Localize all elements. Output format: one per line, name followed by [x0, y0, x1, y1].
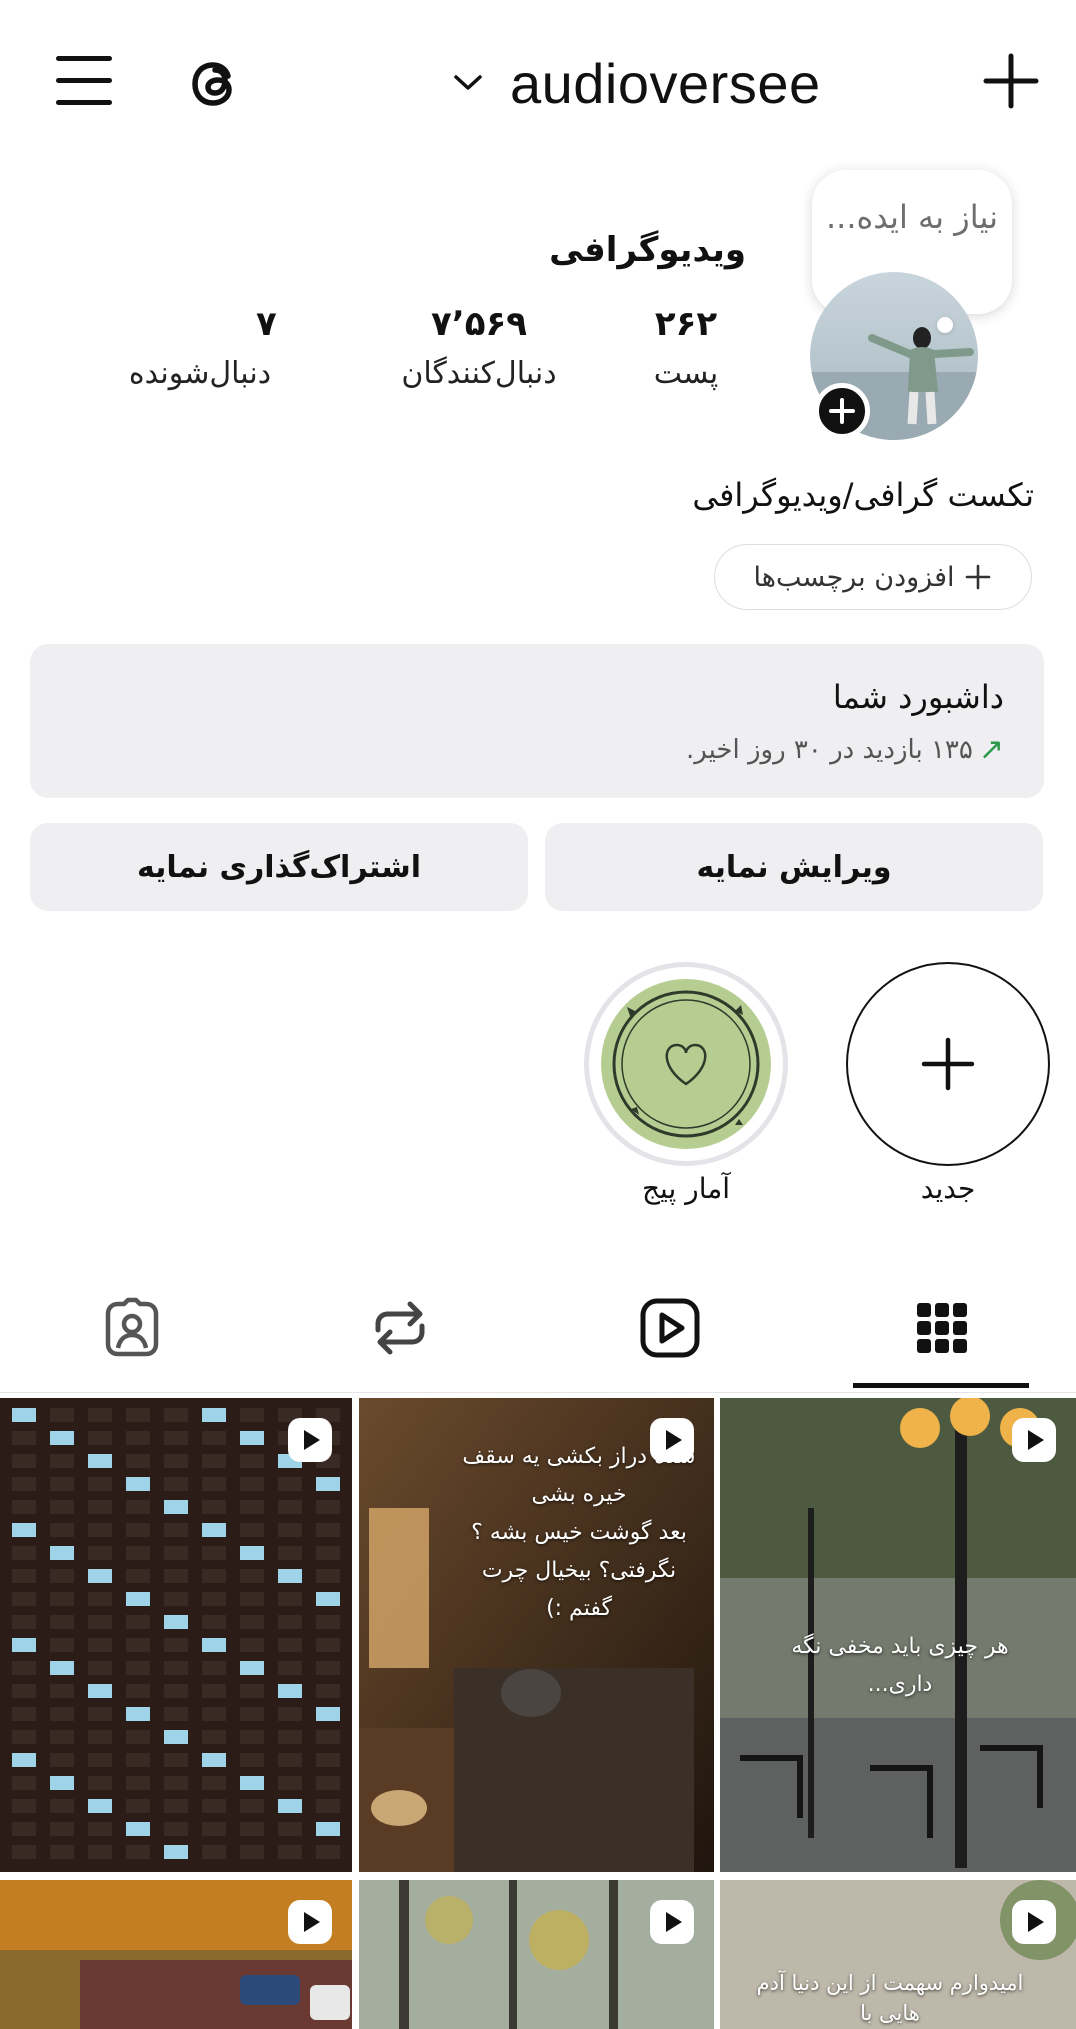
reels-icon: [640, 1298, 700, 1358]
plus-icon[interactable]: [983, 53, 1039, 109]
edit-profile-button[interactable]: ویرایش نمایه: [545, 823, 1043, 911]
dashboard-subtitle: ↗ ۱۳۵ بازدید در ۳۰ روز اخیر.: [686, 732, 1004, 767]
account-switcher[interactable]: audioversee: [452, 48, 821, 118]
plus-small-icon: [966, 564, 991, 590]
posts-stat[interactable]: ۲۶۲ پست: [626, 304, 746, 391]
highlight-stats[interactable]: [584, 962, 788, 1166]
grid-tile[interactable]: [0, 1880, 352, 2029]
display-name: ویدیوگرافی: [549, 230, 746, 270]
top-bar: audioversee: [0, 0, 1076, 165]
chevron-down-icon: [454, 75, 482, 90]
following-count: ۷: [256, 304, 277, 344]
menu-icon[interactable]: [56, 56, 112, 106]
reel-icon: [650, 1418, 694, 1462]
professional-dashboard[interactable]: داشبورد شما ↗ ۱۳۵ بازدید در ۳۰ روز اخیر.: [30, 644, 1044, 798]
heart-icon: [665, 1043, 707, 1086]
note-bubble-tail: [937, 317, 953, 333]
highlight-cover: [601, 979, 771, 1149]
trend-up-icon: ↗: [978, 732, 1004, 767]
dashboard-views: ۱۳۵ بازدید در ۳۰ روز اخیر.: [685, 734, 973, 765]
divider: [0, 1392, 1076, 1393]
reel-icon: [1012, 1900, 1056, 1944]
reel-icon: [288, 1900, 332, 1944]
grid-tile[interactable]: شده دراز بکشی یه سقف خیره بشی بعد گوشت خ…: [359, 1398, 714, 1872]
tab-reels[interactable]: [638, 1296, 702, 1360]
tile-caption: هر چیزی باید مخفی نگه داری...: [791, 1634, 1009, 1697]
tab-tagged[interactable]: [100, 1296, 164, 1360]
reel-icon: [650, 1900, 694, 1944]
grid-tile[interactable]: [359, 1880, 714, 2029]
followers-stat[interactable]: ۷٬۵۶۹ دنبال‌کنندگان: [386, 304, 572, 391]
followers-label: دنبال‌کنندگان: [401, 356, 557, 391]
threads-icon[interactable]: [186, 54, 246, 114]
highlight-new-label: جدید: [920, 1172, 976, 1205]
grid-tile[interactable]: هر چیزی باید مخفی نگه داری...: [720, 1398, 1076, 1872]
followers-count: ۷٬۵۶۹: [431, 304, 527, 344]
posts-label: پست: [653, 356, 719, 391]
add-tags-label: افزودن برچسب‌ها: [753, 561, 955, 593]
posts-count: ۲۶۲: [654, 304, 718, 344]
following-stat[interactable]: ۷ دنبال‌شونده: [110, 304, 290, 391]
tab-posts-grid[interactable]: [910, 1296, 974, 1360]
grid-tile[interactable]: امیدوارم سهمت از این دنیا آدم هایی با نی…: [720, 1880, 1076, 2029]
note-text: نیاز به ایده...: [825, 198, 999, 236]
reel-icon: [1012, 1418, 1056, 1462]
dashboard-title: داشبورد شما: [832, 678, 1004, 716]
tagged-icon: [105, 1297, 159, 1357]
share-profile-button[interactable]: اشتراک‌گذاری نمایه: [30, 823, 528, 911]
active-tab-indicator: [853, 1383, 1029, 1388]
tile-thumbnail: [0, 1398, 352, 1872]
reposts-icon: [375, 1301, 425, 1355]
following-label: دنبال‌شونده: [128, 356, 272, 391]
grid-icon: [917, 1303, 967, 1353]
grid-tile[interactable]: [0, 1398, 352, 1872]
username: audioversee: [510, 51, 821, 115]
bio: تکست گرافی/ویدیوگرافی: [692, 476, 1034, 514]
new-highlight-button[interactable]: [846, 962, 1050, 1166]
add-story-icon[interactable]: [814, 383, 870, 439]
tile-caption: امیدوارم سهمت از این دنیا آدم هایی با نی…: [756, 1971, 1024, 2025]
plus-icon: [921, 1037, 975, 1091]
highlight-stats-label: آمار پیج: [641, 1172, 731, 1205]
tab-reposts[interactable]: [368, 1296, 432, 1360]
reel-icon: [288, 1418, 332, 1462]
add-tags-button[interactable]: افزودن برچسب‌ها: [714, 544, 1032, 610]
tile-caption: شده دراز بکشی یه سقف خیره بشی بعد گوشت خ…: [462, 1444, 695, 1621]
